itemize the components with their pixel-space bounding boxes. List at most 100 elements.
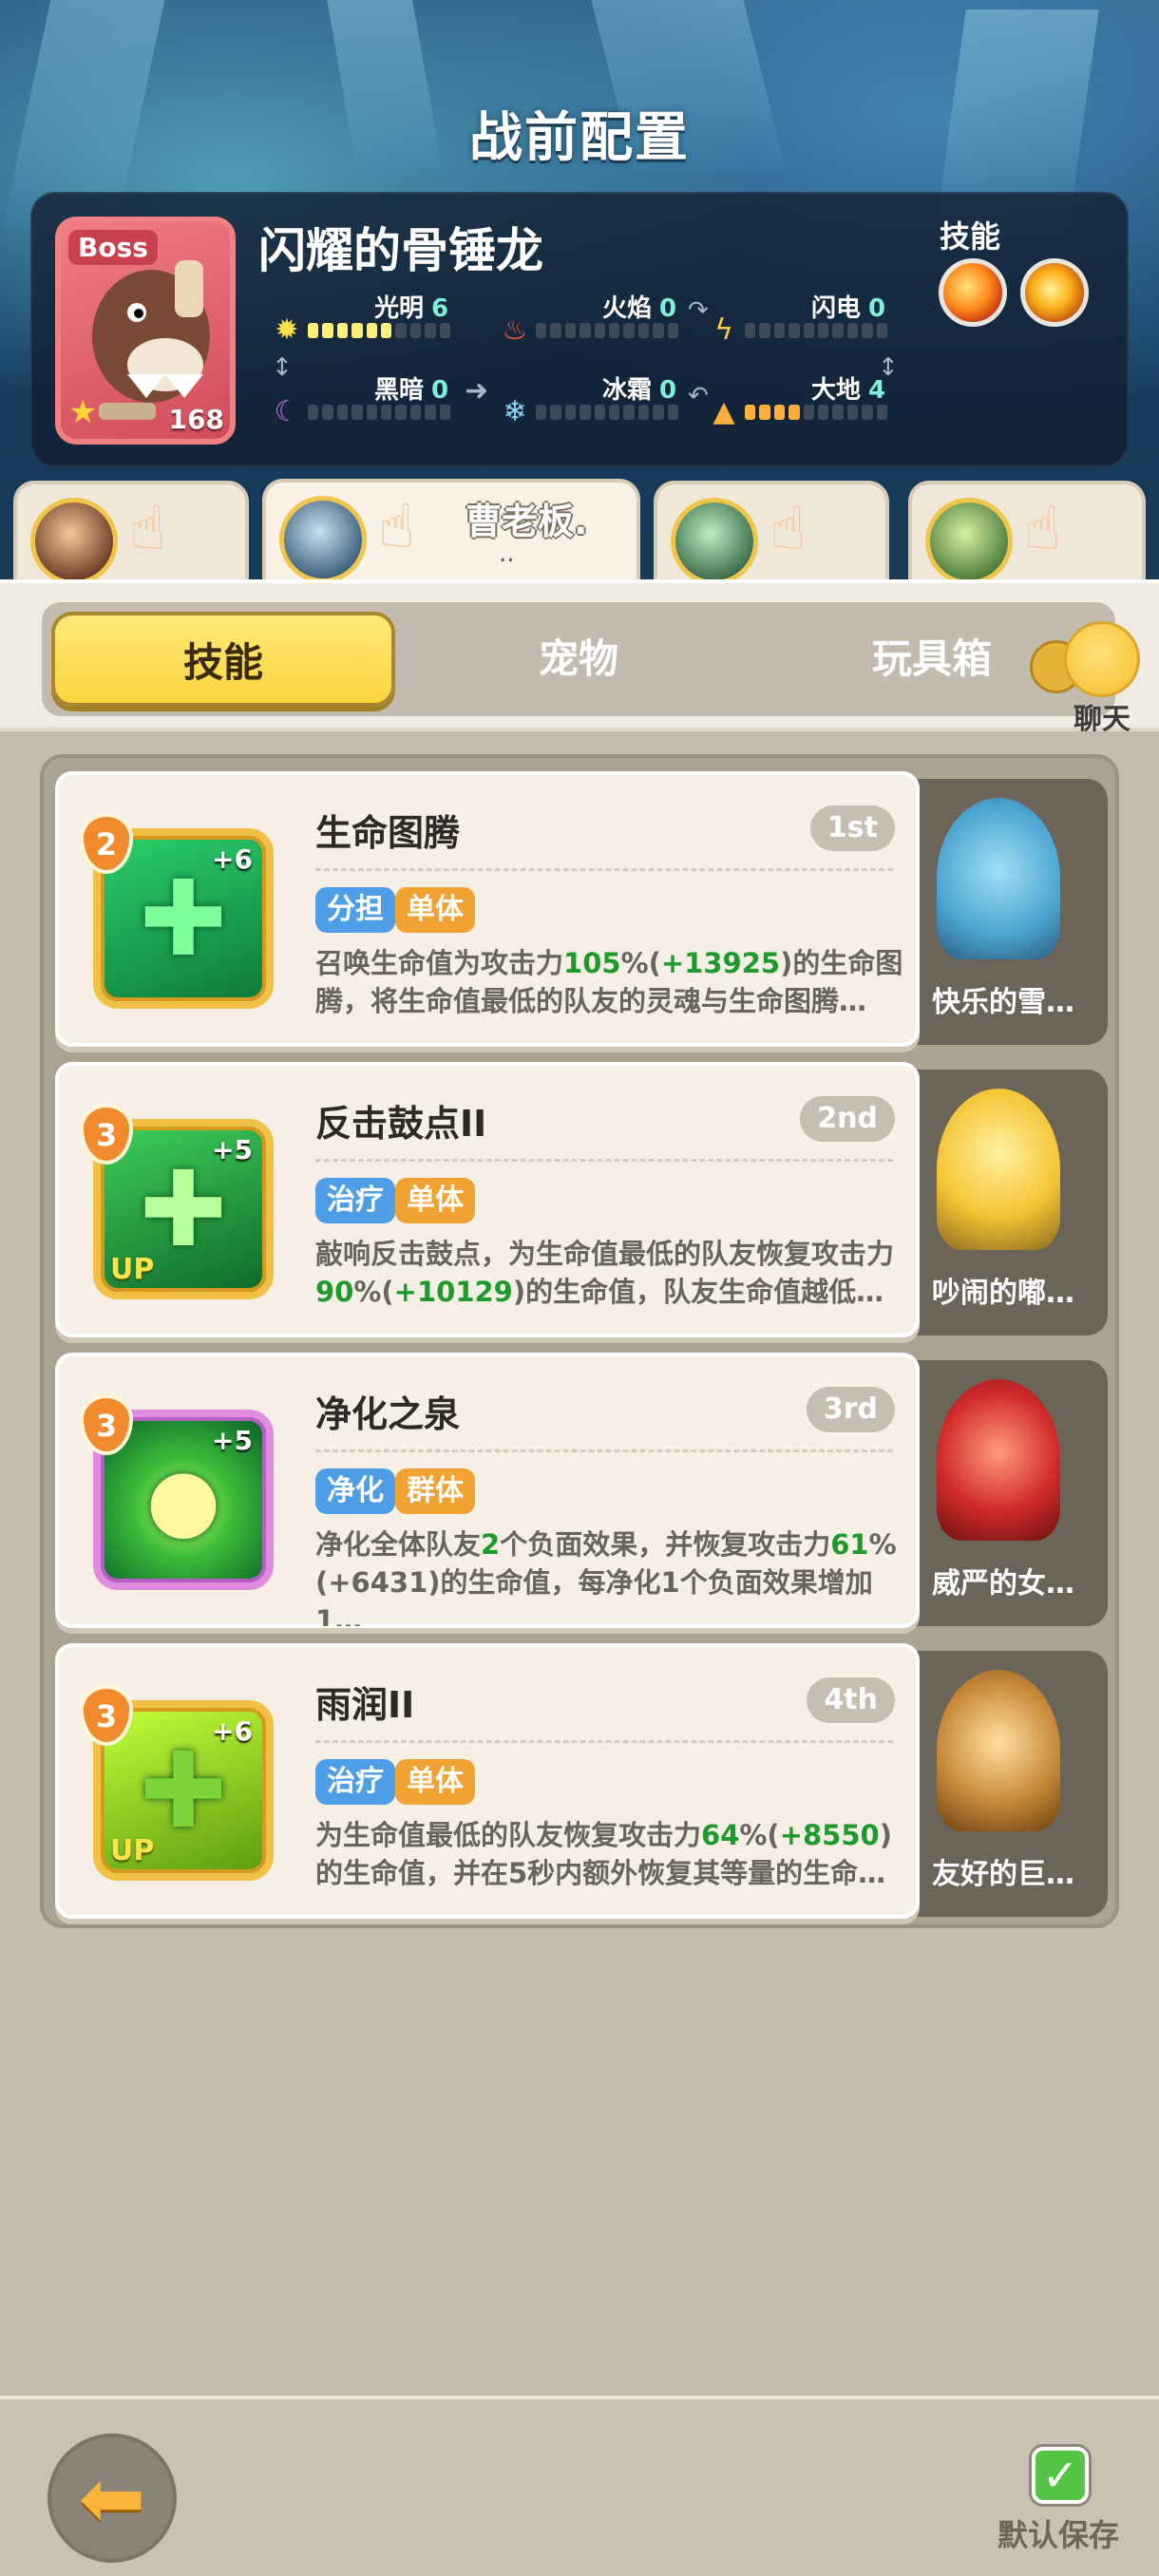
pointing-hand-icon: ☝ — [129, 494, 166, 564]
skill-card[interactable]: ● +5 3 净化之泉 3rd 净化 群体 净化全体队友2个负面效果，并恢复攻击… — [55, 1353, 920, 1628]
element-name: 火焰 — [602, 294, 653, 323]
skill-description: 净化全体队友2个负面效果，并恢复攻击力61%(+6431)的生命值，每净化1个负… — [315, 1528, 897, 1626]
boss-level: 168 — [168, 404, 224, 435]
skill-bonus: +6 — [212, 1715, 253, 1747]
list-item: 友好的巨… ✚ +6 UP 3 雨润II 4th 治疗 单体 为生命值最低的队友… — [55, 1643, 1108, 1919]
skill-tag: 分担 — [315, 887, 395, 933]
element-name: 黑暗 — [374, 376, 425, 405]
skill-description: 为生命值最低的队友恢复攻击力64%(+8550)的生命值，并在5秒内额外恢复其等… — [315, 1819, 892, 1889]
skill-rank: 4th — [807, 1677, 895, 1723]
skill-card[interactable]: ✚ +5 UP 3 反击鼓点II 2nd 治疗 单体 敲响反击鼓点，为生命值最低… — [55, 1062, 920, 1337]
sun-icon: ✹ — [275, 313, 299, 347]
skill-description: 敲响反击鼓点，为生命值最低的队友恢复攻击力90%(+10129)的生命值，队友生… — [315, 1238, 895, 1308]
element-fire: 火焰 0 ♨ — [498, 289, 707, 347]
element-value: 0 — [431, 376, 449, 405]
team-tab-4[interactable]: ☝ — [908, 481, 1146, 585]
element-value: 0 — [659, 376, 677, 405]
skill-tag: 净化 — [315, 1468, 395, 1514]
element-bar — [745, 405, 888, 420]
boss-skills-label: 技能 — [940, 218, 1001, 255]
star-icon: ★ — [68, 393, 98, 431]
flame-icon: ♨ — [502, 313, 528, 347]
skills-list-panel: 快乐的雪… ✚ +6 2 生命图腾 1st 分担 单体 召唤生命值为攻击力105… — [40, 754, 1119, 1928]
divider — [315, 1449, 893, 1452]
skill-tag: 单体 — [395, 887, 475, 933]
element-dark: 黑暗 0 ☾ — [270, 370, 479, 428]
tab-skills[interactable]: 技能 — [51, 612, 395, 707]
skill-tag: 单体 — [395, 1759, 475, 1805]
avatar — [279, 496, 367, 583]
team-tab-3[interactable]: ☝ — [654, 481, 889, 585]
divider — [315, 868, 893, 871]
cycle-arrow-icon: ↕ — [878, 353, 899, 382]
element-name: 冰霜 — [602, 376, 653, 405]
element-value: 0 — [868, 294, 886, 323]
boss-skill-sun-orb-icon[interactable] — [1020, 258, 1089, 327]
team-tab-1[interactable]: ☝ — [13, 481, 249, 585]
pet-image — [937, 1089, 1060, 1250]
divider — [315, 1159, 893, 1162]
avatar — [925, 498, 1013, 585]
avatar — [671, 498, 758, 585]
main-tabbar: 技能 宠物 玩具箱 — [42, 602, 1115, 716]
element-bar — [745, 323, 888, 338]
cycle-arrow-icon: ➜ — [465, 374, 489, 407]
tab-pets[interactable]: 宠物 — [407, 612, 750, 707]
skill-rank: 1st — [809, 805, 895, 851]
upgrade-indicator: UP — [110, 1834, 155, 1867]
element-lightning: 闪电 0 ϟ — [707, 289, 916, 347]
boss-name: 闪耀的骨锤龙 — [258, 223, 543, 278]
back-arrow-icon: ⬅ — [78, 2452, 146, 2545]
mountain-icon: ▲ — [712, 395, 735, 428]
upgrade-indicator: UP — [110, 1253, 155, 1286]
list-item: 吵闹的嘟… ✚ +5 UP 3 反击鼓点II 2nd 治疗 单体 敲响反击鼓点，… — [55, 1062, 1108, 1337]
main-tabbar-container: 技能 宠物 玩具箱 聊天 — [0, 579, 1159, 736]
bottom-bar: ⬅ ✓ 默认保存 — [0, 2396, 1159, 2576]
skill-description: 召唤生命值为攻击力105%(+13925)的生命图腾，将生命值最低的队友的灵魂与… — [315, 947, 903, 1017]
lightning-icon: ϟ — [714, 313, 733, 347]
skill-bonus: +5 — [212, 1134, 253, 1165]
element-name: 闪电 — [811, 294, 862, 323]
skill-card[interactable]: ✚ +6 UP 3 雨润II 4th 治疗 单体 为生命值最低的队友恢复攻击力6… — [55, 1643, 920, 1919]
team-owner-name: 曹老板. — [466, 501, 588, 542]
boss-info-panel: Boss ★ 168 闪耀的骨锤龙 技能 光明 6 ✹ 火焰 0 ♨ 闪电 0 ϟ 黑… — [30, 192, 1129, 467]
skill-title: 反击鼓点II — [315, 1103, 487, 1145]
avatar — [30, 498, 118, 585]
skill-card[interactable]: ✚ +6 2 生命图腾 1st 分担 单体 召唤生命值为攻击力105%(+139… — [55, 771, 920, 1047]
skill-title: 生命图腾 — [315, 812, 461, 854]
skill-tag: 治疗 — [315, 1178, 395, 1223]
pet-slot[interactable]: 快乐的雪… — [899, 779, 1108, 1045]
skill-title: 雨润II — [315, 1684, 415, 1726]
chat-button[interactable]: 聊天 — [1028, 621, 1151, 736]
pet-name: 威严的女… — [932, 1567, 1074, 1601]
pet-name: 吵闹的嘟… — [932, 1277, 1074, 1310]
boss-portrait[interactable]: Boss ★ 168 — [55, 217, 236, 445]
default-save-checkbox[interactable]: ✓ — [1032, 2447, 1089, 2504]
skill-title: 净化之泉 — [315, 1393, 461, 1435]
pet-image — [937, 1379, 1060, 1541]
pet-image — [937, 1670, 1060, 1831]
skill-tag: 群体 — [395, 1468, 475, 1514]
skill-bonus: +6 — [212, 843, 253, 875]
boss-skill-fire-orb-icon[interactable] — [939, 258, 1007, 327]
pet-slot[interactable]: 友好的巨… — [899, 1651, 1108, 1917]
element-bar — [308, 405, 451, 420]
element-bar — [308, 323, 451, 338]
cycle-arrow-icon: ↕ — [272, 353, 293, 382]
element-value: 0 — [659, 294, 677, 323]
pet-slot[interactable]: 吵闹的嘟… — [899, 1070, 1108, 1335]
cycle-arrow-icon: ↷ — [688, 296, 709, 325]
page-title: 战前配置 — [469, 107, 690, 169]
skill-bonus: +5 — [212, 1425, 253, 1456]
pet-slot[interactable]: 威严的女… — [899, 1360, 1108, 1626]
back-button[interactable]: ⬅ — [48, 2434, 177, 2563]
divider — [315, 1740, 893, 1743]
smiley-icon — [1064, 621, 1140, 697]
element-value: 6 — [431, 294, 449, 323]
snowflake-icon: ❄ — [503, 395, 527, 428]
team-tab-2[interactable]: ☝ 曹老板. .. — [262, 479, 640, 587]
element-bar — [536, 405, 679, 420]
skill-rank: 2nd — [800, 1096, 895, 1142]
pet-name: 快乐的雪… — [932, 986, 1074, 1019]
skill-rank: 3rd — [806, 1387, 895, 1432]
